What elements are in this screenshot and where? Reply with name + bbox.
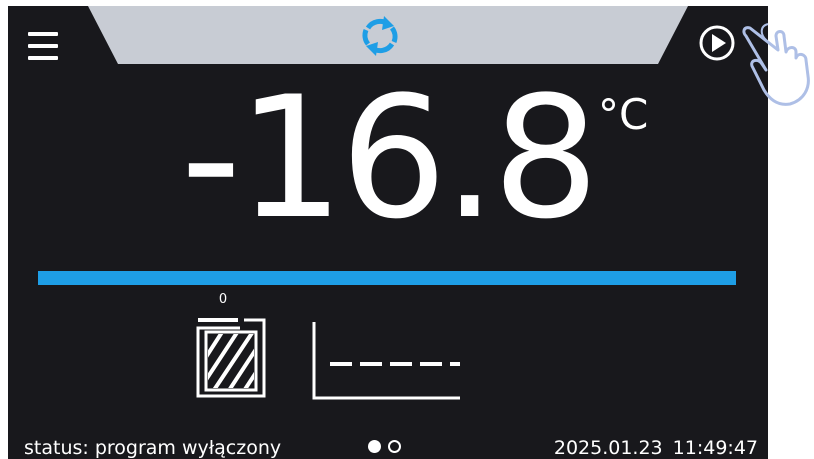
- sync-icon[interactable]: [358, 14, 402, 58]
- play-icon: [712, 34, 726, 52]
- temperature-value: -16.8: [180, 60, 600, 256]
- door-counter: 0: [218, 292, 228, 307]
- datetime: 2025.01.23 11:49:47: [544, 436, 758, 459]
- progress-bar-fill: [38, 271, 736, 285]
- hamburger-menu-icon[interactable]: [28, 32, 58, 64]
- page-indicator[interactable]: [368, 438, 412, 458]
- temperature-unit: °C: [598, 90, 649, 139]
- door-closed-icon[interactable]: [196, 316, 268, 398]
- tap-hand-icon: [742, 23, 810, 106]
- play-button[interactable]: [698, 24, 736, 62]
- status-text: status: program wyłączony: [24, 437, 282, 459]
- page-dot-1[interactable]: [368, 440, 381, 453]
- time-text: 11:49:47: [672, 437, 758, 459]
- date-text: 2025.01.23: [553, 437, 663, 459]
- page-dot-2[interactable]: [388, 440, 401, 453]
- temperature-graph-icon[interactable]: [304, 320, 464, 402]
- progress-bar: [38, 271, 736, 285]
- device-screen: -16.8 °C 0 status: program wyłączony 202…: [8, 6, 768, 459]
